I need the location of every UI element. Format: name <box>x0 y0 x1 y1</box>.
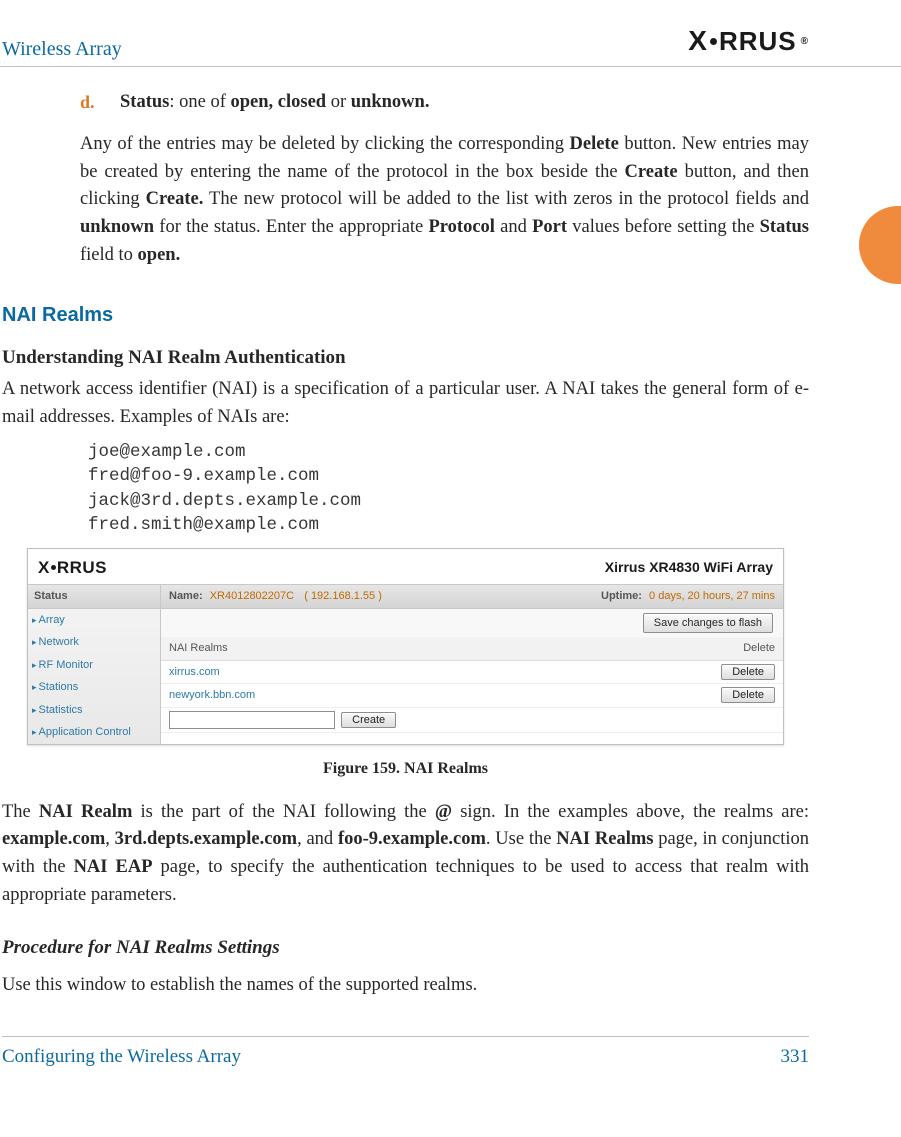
list-marker: d. <box>80 89 120 117</box>
sidebar-item-rf-monitor[interactable]: RF Monitor <box>28 654 160 677</box>
figure-uptime: Uptime: 0 days, 20 hours, 27 mins <box>601 588 775 605</box>
heading-understanding: Understanding NAI Realm Authentication <box>2 344 809 373</box>
figure-sidebar: Status Array Network RF Monitor Stations… <box>28 584 161 744</box>
delete-button[interactable]: Delete <box>721 664 775 680</box>
paragraph-procedure: Use this window to establish the names o… <box>2 972 809 1000</box>
figure-product: Xirrus XR4830 WiFi Array <box>605 557 773 578</box>
figure-caption: Figure 159. NAI Realms <box>2 757 809 781</box>
header-title: Wireless Array <box>2 34 122 66</box>
sidebar-item-stations[interactable]: Stations <box>28 676 160 699</box>
paragraph-realm-explain: The NAI Realm is the part of the NAI fol… <box>2 799 809 910</box>
table-row: xirrus.com Delete <box>161 660 783 684</box>
footer-page-number: 331 <box>781 1043 810 1072</box>
list-text: Status: one of open, closed or unknown. <box>120 89 809 117</box>
nai-example: joe@example.com <box>88 440 809 465</box>
figure-main: Name: XR4012802207C ( 192.168.1.55 ) Upt… <box>161 584 783 744</box>
sidebar-item-network[interactable]: Network <box>28 631 160 654</box>
paragraph-nai-intro: A network access identifier (NAI) is a s… <box>2 376 809 432</box>
table-row: newyork.bbn.com Delete <box>161 684 783 708</box>
table-row-create: Create <box>161 707 783 732</box>
paragraph-delete-create: Any of the entries may be deleted by cli… <box>80 131 809 270</box>
col-nai-realms: NAI Realms <box>161 637 677 660</box>
page-footer: Configuring the Wireless Array 331 <box>2 1036 809 1086</box>
nai-example: jack@3rd.depts.example.com <box>88 489 809 514</box>
sidebar-item-application-control[interactable]: Application Control <box>28 721 160 744</box>
create-button[interactable]: Create <box>341 712 396 728</box>
brand-logo: XRRUS® <box>688 20 809 66</box>
figure-name: Name: XR4012802207C ( 192.168.1.55 ) <box>169 588 382 605</box>
col-delete: Delete <box>677 637 783 660</box>
realm-cell: xirrus.com <box>161 660 677 684</box>
delete-button[interactable]: Delete <box>721 687 775 703</box>
nai-example: fred@foo-9.example.com <box>88 464 809 489</box>
footer-section: Configuring the Wireless Array <box>2 1043 241 1072</box>
figure-logo: XRRUS <box>38 555 107 581</box>
realm-cell: newyork.bbn.com <box>161 684 677 708</box>
heading-nai-realms: NAI Realms <box>2 300 809 330</box>
sidebar-item-statistics[interactable]: Statistics <box>28 699 160 722</box>
sidebar-head: Status <box>28 584 160 609</box>
heading-procedure: Procedure for NAI Realms Settings <box>2 934 809 963</box>
realm-input[interactable] <box>169 711 335 729</box>
save-button[interactable]: Save changes to flash <box>643 613 773 634</box>
sidebar-item-array[interactable]: Array <box>28 609 160 632</box>
list-item-d: d. Status: one of open, closed or unknow… <box>80 89 809 117</box>
figure-nai-realms-ui: XRRUS Xirrus XR4830 WiFi Array Status Ar… <box>27 548 784 745</box>
page-header: Wireless Array XRRUS® <box>0 20 901 67</box>
nai-realms-table: NAI RealmsDelete xirrus.comDelete newyor… <box>161 637 783 733</box>
nai-example: fred.smith@example.com <box>88 513 809 538</box>
nai-examples: joe@example.com fred@foo-9.example.com j… <box>88 440 809 538</box>
